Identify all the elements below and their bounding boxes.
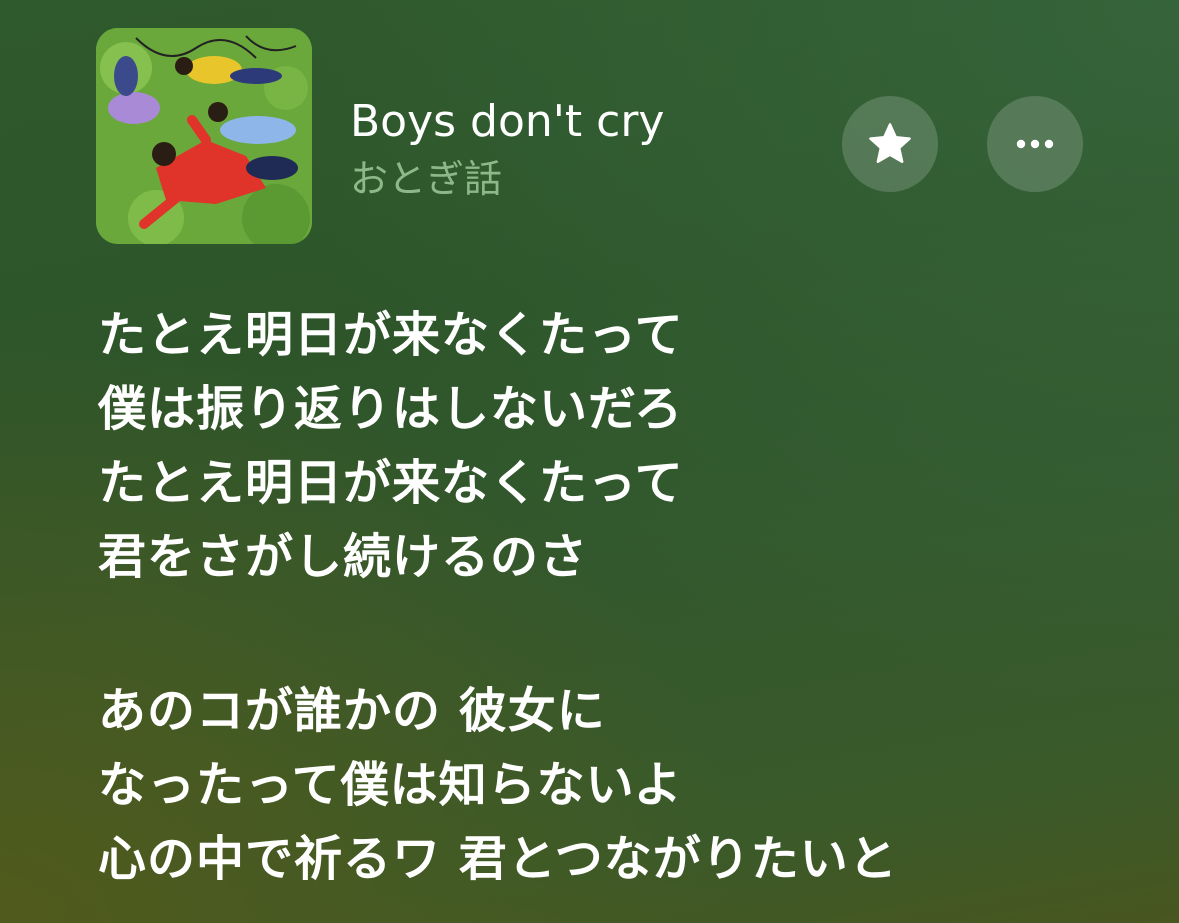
lyric-line[interactable]: 心の中で祈るワ 君とつながりたいと <box>98 822 1158 896</box>
star-icon <box>869 123 911 163</box>
ellipsis-icon <box>1016 139 1054 149</box>
lyric-line[interactable]: あのコが誰かの 彼女に <box>98 674 1158 748</box>
album-artwork-image <box>96 28 312 244</box>
more-options-button[interactable] <box>987 96 1083 192</box>
lyric-line[interactable]: なったって僕は知らないよ <box>98 748 1158 822</box>
stanza-gap <box>98 594 1158 674</box>
album-artwork[interactable] <box>96 28 312 244</box>
lyric-line[interactable]: たとえ明日が来なくたって <box>98 446 1158 520</box>
favorite-button[interactable] <box>842 96 938 192</box>
song-title: Boys don't cry <box>350 96 665 147</box>
now-playing-header: Boys don't cry おとぎ話 <box>96 28 1096 244</box>
lyric-line[interactable]: 僕は振り返りはしないだろ <box>98 372 1158 446</box>
lyric-line[interactable]: 君をさがし続けるのさ <box>98 520 1158 594</box>
lyrics-view[interactable]: たとえ明日が来なくたって 僕は振り返りはしないだろ たとえ明日が来なくたって 君… <box>98 298 1158 896</box>
lyric-line[interactable]: たとえ明日が来なくたって <box>98 298 1158 372</box>
artist-name[interactable]: おとぎ話 <box>350 156 502 202</box>
